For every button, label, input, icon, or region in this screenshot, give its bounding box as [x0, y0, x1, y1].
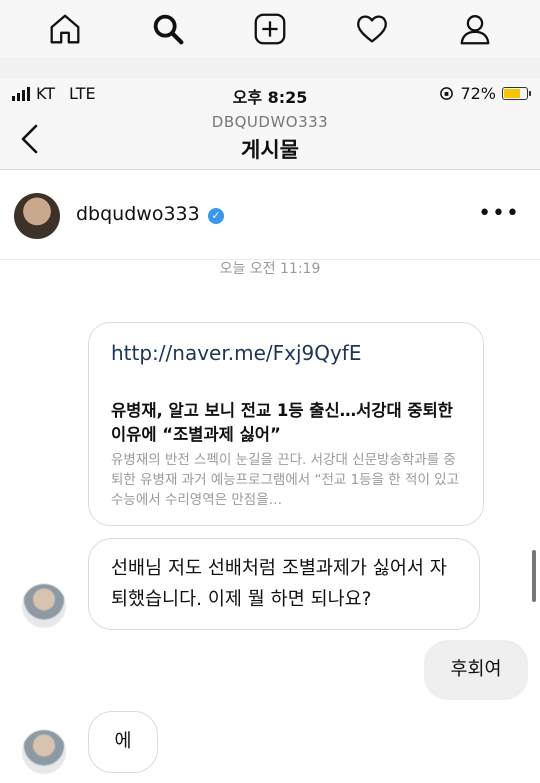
- author-username[interactable]: dbqudwo333: [76, 203, 200, 225]
- search-button[interactable]: [145, 6, 191, 52]
- new-post-button[interactable]: [247, 6, 293, 52]
- separator-band: [0, 58, 540, 78]
- activity-button[interactable]: [349, 6, 395, 52]
- profile-icon: [460, 15, 490, 45]
- verified-badge-icon: ✓: [208, 208, 224, 224]
- battery-icon: [502, 87, 531, 100]
- phone-status-bar: KT LTE 오후 8:25 72%: [0, 78, 540, 108]
- scrollbar[interactable]: [532, 550, 536, 602]
- header-username: DBQUDWO333: [211, 113, 329, 131]
- new-post-icon: [254, 13, 286, 45]
- home-icon: [50, 14, 80, 44]
- profile-button[interactable]: [452, 6, 498, 52]
- post-author-row: dbqudwo333 ✓ •••: [0, 171, 540, 260]
- post-header: DBQUDWO333 게시물: [0, 108, 540, 170]
- message-bubble: 에: [88, 711, 158, 773]
- more-options-icon[interactable]: •••: [478, 201, 520, 226]
- heart-icon: [357, 15, 388, 43]
- link-description: 유병재의 반전 스펙이 눈길을 끈다. 서강대 신문방송학과를 중퇴한 유병재 …: [111, 452, 459, 508]
- my-message-bubble: 후회여: [424, 640, 528, 700]
- link-preview-card[interactable]: http://naver.me/Fxj9QyfE 유병재, 알고 보니 전교 1…: [88, 322, 484, 526]
- link-headline: 유병재, 알고 보니 전교 1등 출신…서강대 중퇴한 이유에 “조별과제 싫어…: [111, 401, 453, 444]
- sender-avatar[interactable]: [22, 730, 66, 774]
- message-bubble: 선배님 저도 선배처럼 조별과제가 싫어서 자퇴했습니다. 이제 뭘 하면 되나…: [88, 538, 480, 630]
- orientation-lock-icon: [440, 87, 454, 100]
- top-navigation-bar: [0, 0, 540, 58]
- message-timestamp: 오늘 오전 11:19: [219, 261, 321, 277]
- author-avatar[interactable]: [14, 193, 60, 239]
- home-button[interactable]: [42, 6, 88, 52]
- page-title: 게시물: [241, 138, 299, 162]
- link-url[interactable]: http://naver.me/Fxj9QyfE: [111, 341, 362, 365]
- battery-percent: 72%: [460, 84, 496, 103]
- search-icon: [153, 14, 184, 45]
- sender-avatar[interactable]: [22, 584, 66, 628]
